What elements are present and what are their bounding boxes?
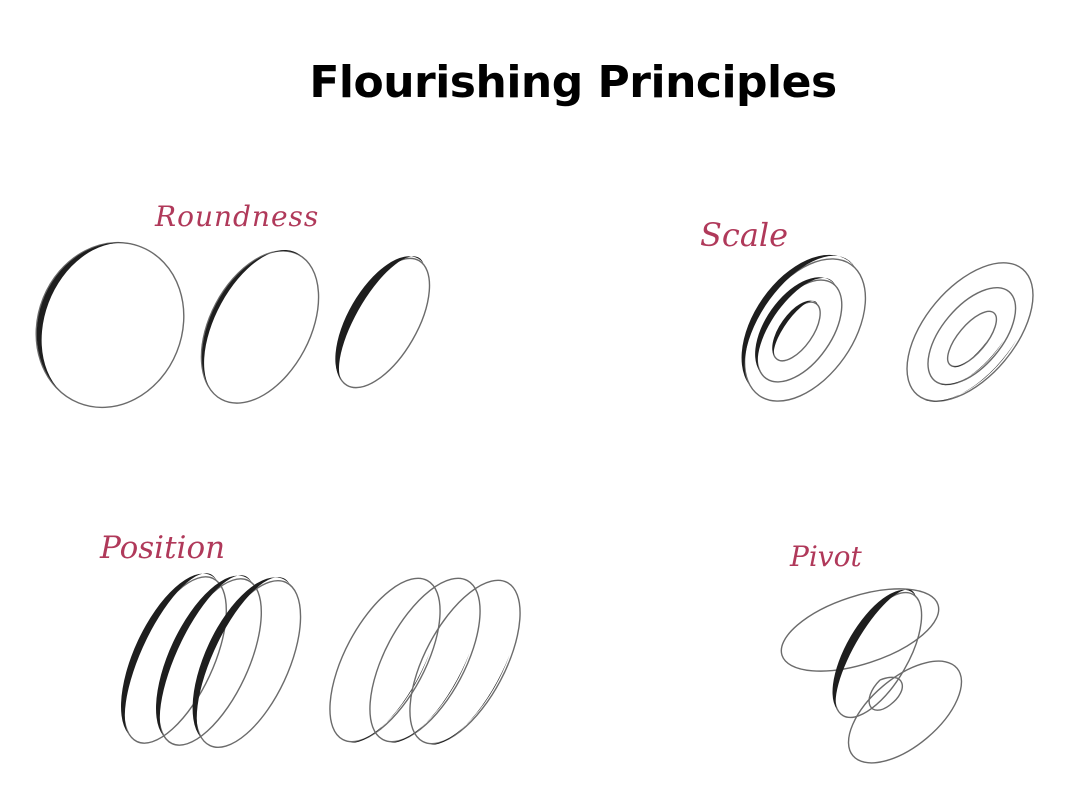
roundness-oval-medium — [177, 231, 343, 423]
scale-group — [716, 232, 1057, 423]
position-cluster-right — [307, 562, 542, 760]
position-group — [99, 558, 542, 762]
pivot-group — [772, 572, 979, 781]
pivot-oval-diagonal — [831, 642, 979, 782]
position-cluster-left — [99, 558, 323, 762]
roundness-oval-narrow — [316, 241, 450, 403]
scale-spiral-right — [883, 240, 1057, 423]
scale-spiral-left — [716, 232, 892, 423]
roundness-group — [12, 220, 450, 430]
roundness-oval-wide — [12, 220, 208, 430]
pivot-oval-upright — [814, 576, 940, 731]
flourish-drawings — [0, 0, 1080, 801]
